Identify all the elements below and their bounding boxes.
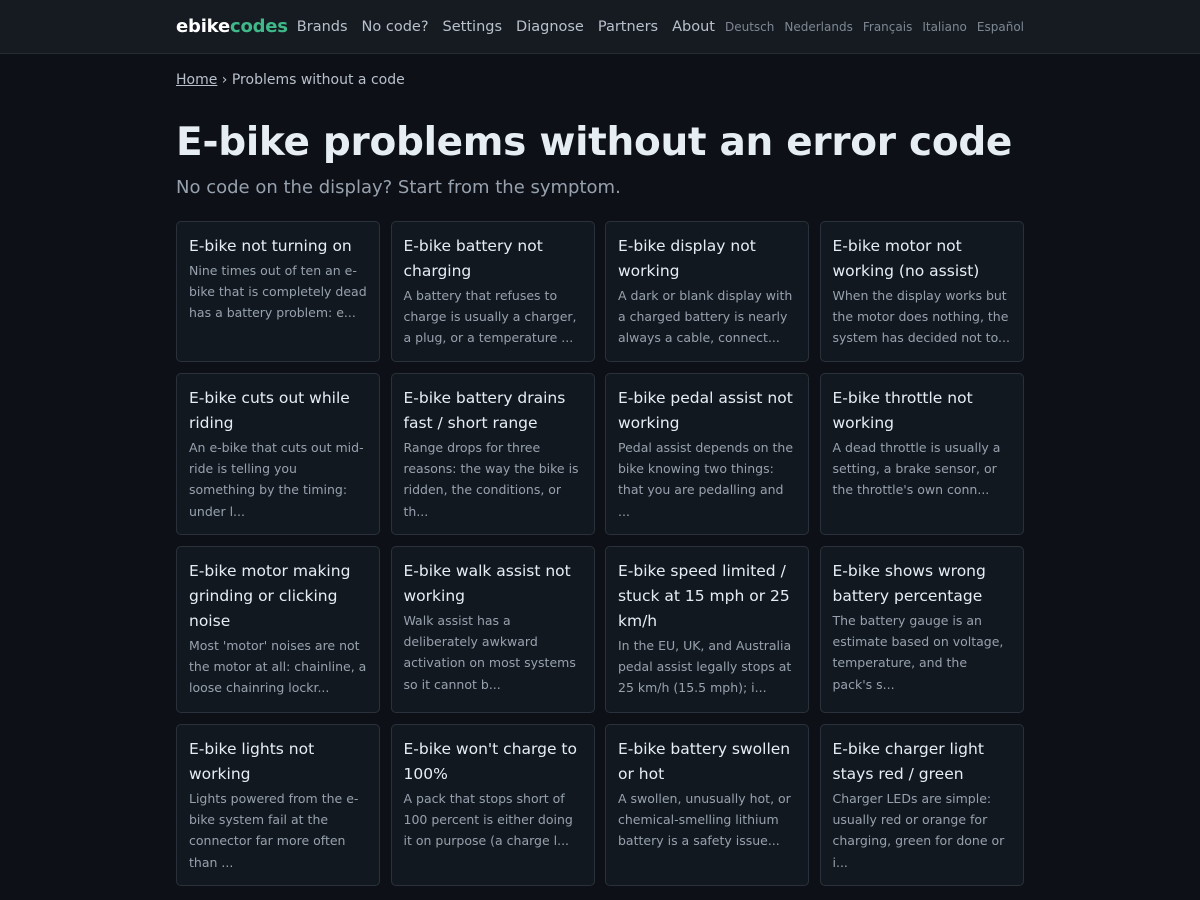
nav-link-brands[interactable]: Brands: [297, 19, 348, 35]
card-description: A dark or blank display with a charged b…: [618, 287, 793, 346]
site-logo[interactable]: ebikecodes: [176, 16, 288, 37]
language-link-nederlands[interactable]: Nederlands: [784, 20, 852, 34]
symptom-card[interactable]: E-bike motor not working (no assist) Whe…: [819, 220, 1024, 362]
card-description: A battery that refuses to charge is usua…: [403, 287, 577, 346]
card-description: Charger LEDs are simple: usually red or …: [832, 790, 1005, 870]
navbar-inner: ebikecodes Brands No code? Settings Diag…: [176, 0, 1024, 53]
card-title: E-bike cuts out while riding: [189, 388, 350, 432]
card-description: Nine times out of ten an e-bike that is …: [189, 262, 367, 321]
card-title: E-bike charger light stays red / green: [832, 739, 984, 783]
page-subtitle: No code on the display? Start from the s…: [176, 176, 621, 198]
card-description: When the display works but the motor doe…: [832, 287, 1010, 346]
symptom-card[interactable]: E-bike motor making grinding or clicking…: [176, 545, 380, 713]
symptom-card[interactable]: E-bike charger light stays red / green C…: [819, 723, 1024, 886]
top-navbar: ebikecodes Brands No code? Settings Diag…: [0, 0, 1200, 54]
card-description: A dead throttle is usually a setting, a …: [832, 439, 1001, 498]
card-title: E-bike not turning on: [189, 236, 352, 255]
symptom-card[interactable]: E-bike walk assist not working Walk assi…: [390, 545, 595, 713]
nav-link-partners[interactable]: Partners: [598, 19, 658, 35]
nav-link-no-code[interactable]: No code?: [362, 19, 429, 35]
symptom-card[interactable]: E-bike cuts out while riding An e-bike t…: [176, 372, 380, 535]
symptom-card[interactable]: E-bike shows wrong battery percentage Th…: [819, 545, 1024, 713]
language-link-espanol[interactable]: Español: [977, 20, 1024, 34]
card-description: Range drops for three reasons: the way t…: [403, 439, 579, 519]
card-description: A swollen, unusually hot, or chemical-sm…: [618, 790, 791, 849]
card-description: Pedal assist depends on the bike knowing…: [618, 439, 794, 519]
language-link-deutsch[interactable]: Deutsch: [725, 20, 774, 34]
main-content: Home › Problems without a code E-bike pr…: [176, 54, 1024, 886]
breadcrumb-home-link[interactable]: Home: [176, 72, 217, 88]
card-title: E-bike walk assist not working: [403, 561, 571, 605]
symptom-card[interactable]: E-bike lights not working Lights powered…: [176, 723, 380, 886]
breadcrumb: Home › Problems without a code: [176, 72, 1024, 92]
card-title: E-bike shows wrong battery percentage: [832, 561, 986, 605]
card-title: E-bike motor making grinding or clicking…: [189, 561, 351, 630]
card-title: E-bike display not working: [618, 236, 756, 280]
symptom-card[interactable]: E-bike speed limited / stuck at 15 mph o…: [605, 545, 809, 713]
logo-text-ebike: ebike: [176, 16, 230, 37]
card-description: Most 'motor' noises are not the motor at…: [189, 637, 367, 696]
symptom-card[interactable]: E-bike battery not charging A battery th…: [390, 220, 595, 362]
card-description: A pack that stops short of 100 percent i…: [403, 790, 573, 849]
symptom-card-grid: E-bike not turning on Nine times out of …: [176, 220, 1024, 886]
card-title: E-bike battery drains fast / short range: [403, 388, 566, 432]
card-title: E-bike motor not working (no assist): [832, 236, 980, 280]
symptom-card[interactable]: E-bike display not working A dark or bla…: [605, 220, 809, 362]
card-title: E-bike won't charge to 100%: [403, 739, 577, 783]
language-link-francais[interactable]: Français: [863, 20, 912, 34]
card-title: E-bike throttle not working: [832, 388, 973, 432]
nav-link-settings[interactable]: Settings: [443, 19, 502, 35]
symptom-card[interactable]: E-bike throttle not working A dead throt…: [819, 372, 1024, 535]
breadcrumb-current: Problems without a code: [231, 72, 405, 88]
card-description: Lights powered from the e-bike system fa…: [189, 790, 359, 870]
symptom-card[interactable]: E-bike not turning on Nine times out of …: [176, 220, 380, 362]
card-description: In the EU, UK, and Australia pedal assis…: [618, 637, 792, 696]
card-description: The battery gauge is an estimate based o…: [832, 612, 1004, 692]
page-title: E-bike problems without an error code: [176, 120, 1013, 165]
card-description: An e-bike that cuts out mid-ride is tell…: [189, 439, 364, 519]
card-title: E-bike speed limited / stuck at 15 mph o…: [618, 561, 790, 630]
symptom-card[interactable]: E-bike pedal assist not working Pedal as…: [605, 372, 809, 535]
card-title: E-bike pedal assist not working: [618, 388, 793, 432]
nav-link-about[interactable]: About: [672, 19, 715, 35]
language-link-italiano[interactable]: Italiano: [922, 20, 967, 34]
card-title: E-bike battery swollen or hot: [618, 739, 791, 783]
logo-text-codes: codes: [229, 16, 288, 37]
nav-link-diagnose[interactable]: Diagnose: [516, 19, 584, 35]
symptom-card[interactable]: E-bike won't charge to 100% A pack that …: [390, 723, 595, 886]
card-title: E-bike lights not working: [189, 739, 315, 783]
breadcrumb-separator: ›: [221, 72, 228, 88]
card-description: Walk assist has a deliberately awkward a…: [403, 612, 576, 692]
symptom-card[interactable]: E-bike battery swollen or hot A swollen,…: [605, 723, 809, 886]
symptom-card[interactable]: E-bike battery drains fast / short range…: [390, 372, 595, 535]
card-title: E-bike battery not charging: [403, 236, 543, 280]
main-nav: Brands No code? Settings Diagnose Partne…: [297, 19, 1024, 35]
